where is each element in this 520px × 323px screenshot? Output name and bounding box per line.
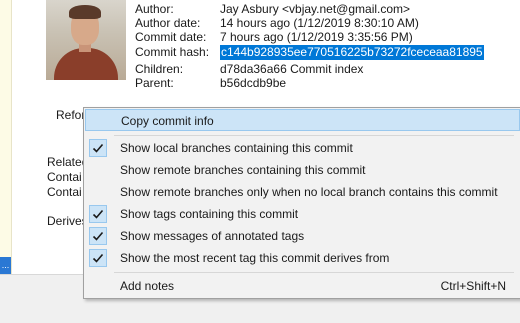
menu-item-show-remote-branches-only[interactable]: Show remote branches only when no local … xyxy=(85,181,520,203)
checkmark-icon xyxy=(89,205,107,223)
author-label: Author: xyxy=(135,2,174,16)
author-value[interactable]: Jay Asbury <vbjay.net@gmail.com> xyxy=(220,2,410,17)
menu-item-show-local-branches[interactable]: Show local branches containing this comm… xyxy=(85,137,520,159)
checkmark-icon xyxy=(89,139,107,157)
menu-item-show-most-recent-tag[interactable]: Show the most recent tag this commit der… xyxy=(85,247,520,269)
commit-date-label: Commit date: xyxy=(135,30,207,44)
menu-item-label: Show local branches containing this comm… xyxy=(120,141,353,155)
menu-separator xyxy=(114,272,514,273)
menu-item-copy-commit-info[interactable]: Copy commit info xyxy=(85,109,520,131)
menu-item-show-annotated-tag-messages[interactable]: Show messages of annotated tags xyxy=(85,225,520,247)
references-label: Refor xyxy=(56,108,86,122)
parent-value[interactable]: b56dcdb9be xyxy=(220,76,286,91)
menu-item-label: Show tags containing this commit xyxy=(120,207,299,221)
checkmark-icon xyxy=(89,227,107,245)
menu-item-label: Add notes xyxy=(120,279,175,293)
parent-label: Parent: xyxy=(135,76,174,90)
author-date-value: 14 hours ago (1/12/2019 8:30:10 AM) xyxy=(220,16,419,30)
commit-hash-value[interactable]: c144b928935ee770516225b73272fceceaa81895 xyxy=(220,45,484,60)
menu-item-label: Show messages of annotated tags xyxy=(120,229,305,243)
left-panel-button[interactable]: ... xyxy=(0,257,11,274)
menu-item-add-notes[interactable]: Add notes Ctrl+Shift+N xyxy=(85,275,520,297)
author-avatar xyxy=(46,0,126,80)
derives-label: Derives xyxy=(47,214,88,228)
commit-hash-label: Commit hash: xyxy=(135,45,210,59)
menu-item-show-tags[interactable]: Show tags containing this commit xyxy=(85,203,520,225)
menu-item-label: Show remote branches containing this com… xyxy=(120,163,366,177)
menu-item-label: Copy commit info xyxy=(121,114,214,128)
menu-item-shortcut: Ctrl+Shift+N xyxy=(440,279,506,293)
author-date-label: Author date: xyxy=(135,16,201,30)
menu-item-label: Show the most recent tag this commit der… xyxy=(120,251,390,265)
children-label: Children: xyxy=(135,62,184,76)
left-panel-strip xyxy=(0,0,12,274)
commit-date-value: 7 hours ago (1/12/2019 3:35:56 PM) xyxy=(220,30,413,44)
context-menu: Copy commit info Show local branches con… xyxy=(83,107,520,299)
menu-separator xyxy=(114,135,514,136)
checkmark-icon xyxy=(89,249,107,267)
menu-item-show-remote-branches[interactable]: Show remote branches containing this com… xyxy=(85,159,520,181)
menu-item-label: Show remote branches only when no local … xyxy=(120,185,498,199)
children-value[interactable]: d78da36a66 Commit index xyxy=(220,62,363,77)
